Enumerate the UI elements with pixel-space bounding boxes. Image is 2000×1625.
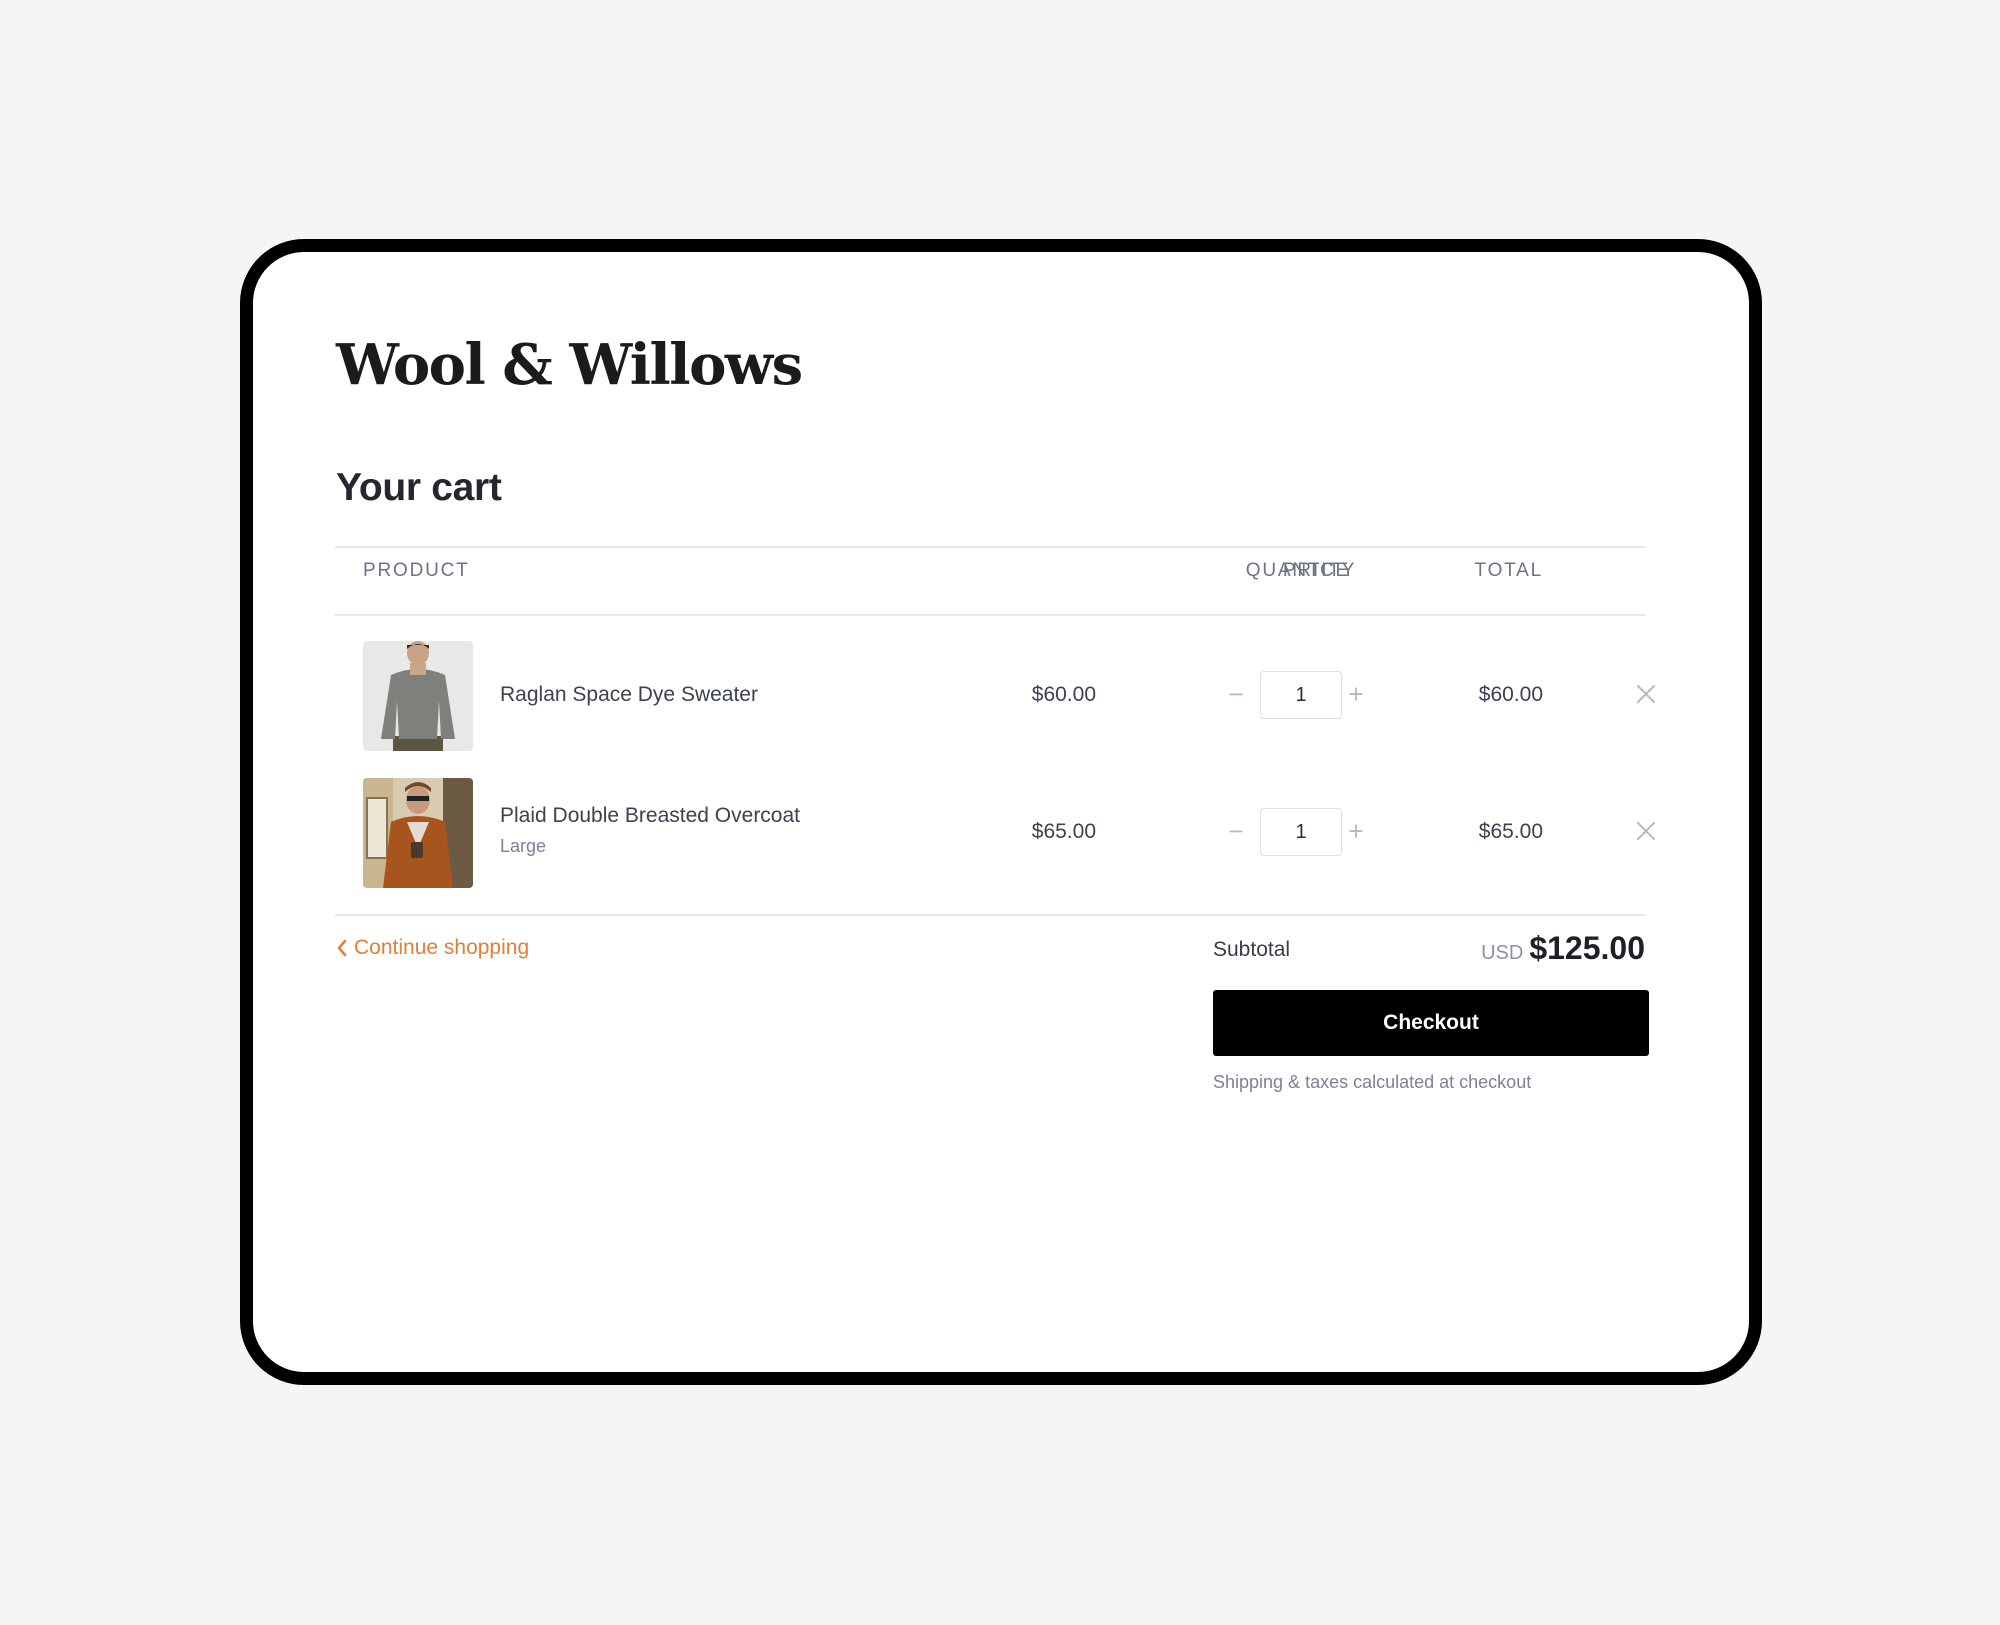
shipping-note: Shipping & taxes calculated at checkout	[1213, 1072, 1532, 1092]
divider	[335, 546, 1645, 548]
cart-item-row: Plaid Double Breasted Overcoat Large $65…	[253, 778, 1749, 888]
product-variant: Large	[500, 836, 547, 856]
chevron-left-icon	[337, 939, 347, 957]
quantity-input[interactable]	[1260, 808, 1342, 856]
product-name[interactable]: Raglan Space Dye Sweater	[500, 683, 758, 707]
remove-item-button[interactable]	[1633, 818, 1659, 844]
currency-code: USD	[1481, 942, 1524, 964]
divider	[335, 914, 1645, 916]
close-icon	[1637, 822, 1655, 840]
increase-quantity-button[interactable]: +	[1341, 679, 1371, 709]
cart-page: Wool & Willows Your cart PRODUCT PRICE Q…	[253, 252, 1749, 1372]
decrease-quantity-button[interactable]: −	[1221, 679, 1251, 709]
plus-icon: +	[1348, 679, 1364, 709]
increase-quantity-button[interactable]: +	[1341, 816, 1371, 846]
decrease-quantity-button[interactable]: −	[1221, 816, 1251, 846]
line-total: $65.00	[1478, 820, 1543, 843]
minus-icon: −	[1228, 816, 1244, 846]
product-price: $65.00	[1031, 820, 1096, 843]
remove-item-button[interactable]	[1633, 681, 1659, 707]
cart-item-row: Raglan Space Dye Sweater $60.00 − + $60.…	[253, 641, 1749, 751]
subtotal-label: Subtotal	[1213, 938, 1291, 961]
product-image-overcoat[interactable]	[363, 778, 473, 888]
brand-logo[interactable]: Wool & Willows	[336, 332, 803, 398]
device-frame: Wool & Willows Your cart PRODUCT PRICE Q…	[240, 239, 1762, 1385]
continue-shopping-label: Continue shopping	[354, 936, 530, 959]
divider	[335, 614, 1645, 616]
product-name[interactable]: Plaid Double Breasted Overcoat	[500, 804, 800, 828]
continue-shopping-link[interactable]: Continue shopping	[336, 936, 529, 960]
column-header-total: TOTAL	[1474, 560, 1543, 581]
minus-icon: −	[1228, 679, 1244, 709]
column-header-quantity: QUANTITY	[1245, 560, 1357, 581]
plus-icon: +	[1348, 816, 1364, 846]
line-total: $60.00	[1478, 683, 1543, 706]
column-header-product: PRODUCT	[363, 560, 470, 581]
product-image-sweater[interactable]	[363, 641, 473, 751]
close-icon	[1637, 685, 1655, 703]
product-price: $60.00	[1031, 683, 1096, 706]
quantity-input[interactable]	[1260, 671, 1342, 719]
checkout-button[interactable]: Checkout	[1213, 990, 1649, 1056]
page-title: Your cart	[336, 466, 502, 509]
subtotal-value: USD $125.00	[1423, 930, 1645, 967]
subtotal-amount: $125.00	[1529, 930, 1645, 966]
